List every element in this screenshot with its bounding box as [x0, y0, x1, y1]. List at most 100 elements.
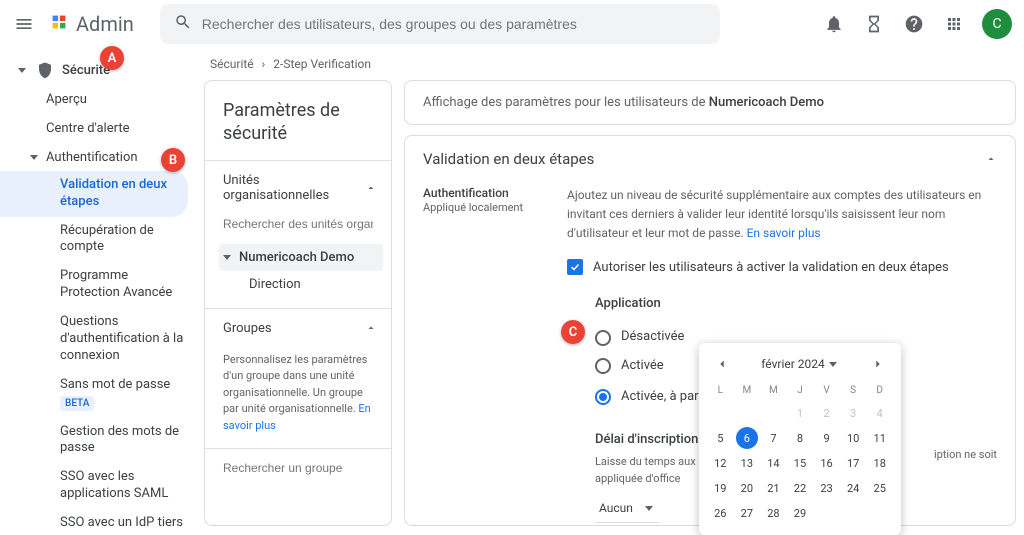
help-icon[interactable]: [902, 12, 926, 36]
day-cell[interactable]: 15: [787, 452, 814, 475]
breadcrumb-item[interactable]: Sécurité: [210, 57, 254, 71]
day-cell[interactable]: 9: [813, 427, 840, 450]
day-cell[interactable]: 21: [760, 477, 787, 500]
nav-adv-protection[interactable]: Programme Protection Avancée: [0, 262, 196, 308]
nav-login-challenges[interactable]: Questions d'authentification à la connex…: [0, 308, 196, 371]
ou-row-child[interactable]: Direction: [219, 271, 383, 298]
groups-section-header[interactable]: Groupes: [205, 309, 391, 346]
day-cell[interactable]: 23: [813, 477, 840, 500]
day-cell[interactable]: 27: [734, 502, 761, 525]
chevron-up-icon: [365, 182, 377, 194]
menu-icon[interactable]: [12, 12, 36, 36]
nav-sso-idp[interactable]: SSO avec un IdP tiers: [0, 509, 196, 534]
viewing-banner: Affichage des paramètres pour les utilis…: [404, 80, 1016, 125]
nav-security[interactable]: Sécurité: [0, 54, 196, 86]
enforcement-title: Application: [595, 294, 997, 315]
day-cell[interactable]: 10: [840, 427, 867, 450]
radio-icon: [595, 330, 611, 346]
left-nav: Sécurité Aperçu Centre d'alerte Authenti…: [0, 48, 196, 534]
day-cell[interactable]: 29: [787, 502, 814, 525]
auth-description: Ajoutez un niveau de sécurité supplément…: [567, 186, 997, 244]
allow-2sv-checkbox[interactable]: Autoriser les utilisateurs à activer la …: [567, 258, 997, 279]
day-cell[interactable]: 7: [760, 427, 787, 450]
accordion-header[interactable]: Validation en deux étapes: [405, 136, 1015, 182]
day-cell[interactable]: 3: [840, 402, 867, 425]
day-cell[interactable]: 12: [707, 452, 734, 475]
day-cell[interactable]: 2: [813, 402, 840, 425]
date-picker[interactable]: février 2024 LMMJVSD 1234567891011121314…: [699, 343, 901, 535]
settings-sidebar: Paramètres de sécurité Unités organisati…: [204, 80, 392, 526]
ou-row-root[interactable]: Numericoach Demo: [219, 244, 383, 271]
search-bar[interactable]: [160, 4, 720, 44]
hourglass-icon[interactable]: [862, 12, 886, 36]
enrollment-select[interactable]: Aucun: [595, 496, 659, 523]
app-logo[interactable]: Admin: [48, 11, 134, 38]
day-cell[interactable]: 16: [813, 452, 840, 475]
callout-c: C: [561, 320, 585, 344]
day-cell[interactable]: 4: [866, 402, 893, 425]
radio-icon: [595, 358, 611, 374]
shield-icon: [36, 61, 54, 79]
nav-alert-center[interactable]: Centre d'alerte: [0, 115, 196, 144]
day-cell[interactable]: 26: [707, 502, 734, 525]
nav-overview[interactable]: Aperçu: [0, 86, 196, 115]
nav-password-mgmt[interactable]: Gestion des mots de passe: [0, 418, 196, 464]
apps-icon[interactable]: [942, 12, 966, 36]
dow-label: L: [707, 381, 734, 400]
google-admin-icon: [48, 11, 70, 38]
next-month-button[interactable]: [869, 355, 887, 373]
nav-label: Authentification: [46, 150, 138, 165]
nav-account-recovery[interactable]: Récupération de compte: [0, 217, 196, 263]
dow-label: D: [866, 381, 893, 400]
nav-sso-saml[interactable]: SSO avec les applications SAML: [0, 463, 196, 509]
chevron-down-icon: [18, 68, 26, 73]
learn-more-link[interactable]: En savoir plus: [747, 226, 821, 240]
beta-badge: BETA: [60, 396, 94, 411]
ou-search-input[interactable]: [223, 213, 373, 236]
day-cell[interactable]: 22: [787, 477, 814, 500]
day-cell[interactable]: 5: [707, 427, 734, 450]
callout-a: A: [100, 46, 124, 70]
checkbox-checked-icon: [567, 259, 583, 275]
day-cell[interactable]: 18: [866, 452, 893, 475]
bell-icon[interactable]: [822, 12, 846, 36]
search-input[interactable]: [202, 16, 706, 32]
search-icon: [174, 13, 192, 35]
nav-passwordless[interactable]: Sans mot de passe BETA: [0, 371, 196, 418]
callout-b: B: [161, 148, 185, 172]
ou-section-header[interactable]: Unités organisationnelles: [205, 161, 391, 213]
panel-title: Paramètres de sécurité: [205, 95, 391, 160]
day-cell[interactable]: 17: [840, 452, 867, 475]
day-cell[interactable]: 25: [866, 477, 893, 500]
day-cell[interactable]: 11: [866, 427, 893, 450]
avatar[interactable]: C: [982, 9, 1012, 39]
day-cell[interactable]: 1: [787, 402, 814, 425]
nav-two-step[interactable]: Validation en deux étapes: [0, 171, 188, 217]
chevron-down-icon: [645, 506, 653, 511]
day-cell[interactable]: 8: [787, 427, 814, 450]
prev-month-button[interactable]: [713, 355, 731, 373]
dow-label: V: [813, 381, 840, 400]
chevron-down-icon: [30, 155, 38, 160]
dow-label: M: [760, 381, 787, 400]
day-cell[interactable]: 24: [840, 477, 867, 500]
groups-help-text: Personnalisez les paramètres d'un groupe…: [205, 346, 391, 449]
day-cell[interactable]: 6: [736, 427, 758, 449]
day-cell[interactable]: 19: [707, 477, 734, 500]
chevron-down-icon: [223, 255, 231, 260]
chevron-down-icon: [829, 362, 837, 367]
radio-selected-icon: [595, 389, 611, 405]
day-cell[interactable]: 20: [734, 477, 761, 500]
auth-scope: Authentification Appliqué localement: [423, 186, 553, 526]
app-title: Admin: [76, 12, 134, 36]
group-search-input[interactable]: [223, 453, 373, 483]
day-cell[interactable]: 14: [760, 452, 787, 475]
chevron-up-icon: [985, 153, 997, 165]
day-cell[interactable]: 28: [760, 502, 787, 525]
day-cell[interactable]: 13: [734, 452, 761, 475]
dow-label: M: [734, 381, 761, 400]
month-label[interactable]: février 2024: [761, 357, 839, 371]
dow-label: S: [840, 381, 867, 400]
dow-label: J: [787, 381, 814, 400]
breadcrumb-item[interactable]: 2-Step Verification: [273, 57, 371, 71]
